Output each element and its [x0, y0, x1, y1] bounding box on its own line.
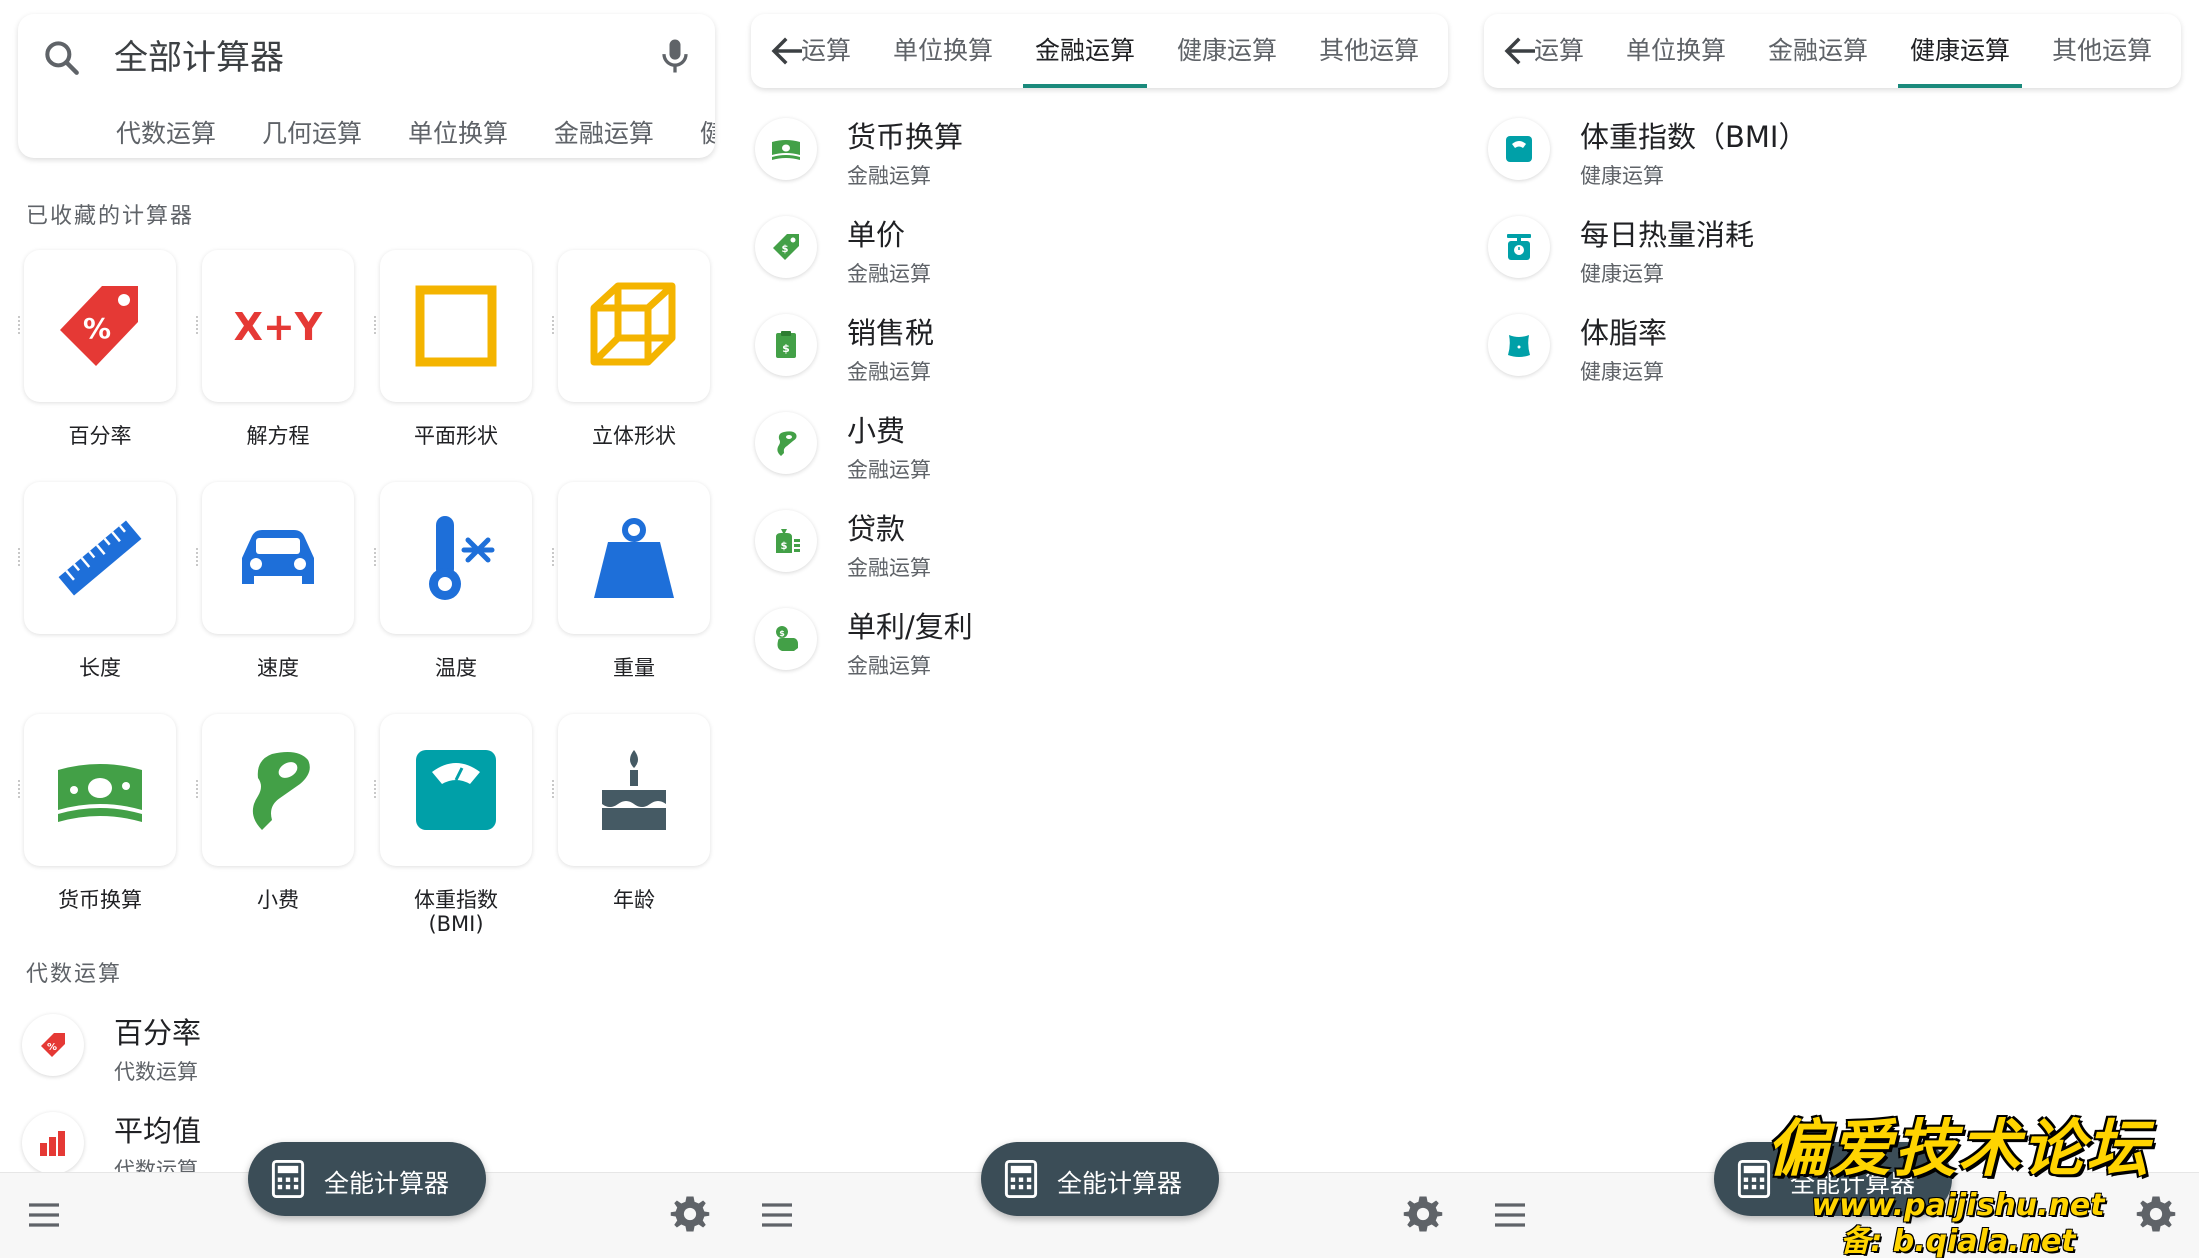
percent-tag-icon: %	[41, 1033, 65, 1057]
bar-chart-icon	[40, 1131, 65, 1156]
search-icon[interactable]	[40, 36, 84, 80]
money-icon	[58, 764, 142, 822]
scale-icon	[1506, 136, 1532, 162]
favorite-tile[interactable]: 体重指数 (BMI)	[374, 714, 532, 936]
thermometer-icon	[429, 516, 495, 600]
fab-label: 全能计算器	[1057, 1169, 1183, 1198]
receipt-icon: $	[776, 331, 796, 358]
menu-icon[interactable]	[24, 1195, 64, 1235]
favorite-tile[interactable]: 平面形状	[374, 250, 532, 448]
tab-unit[interactable]: 单位换算	[881, 14, 1005, 88]
microphone-icon[interactable]	[653, 34, 697, 78]
price-tag-icon: $	[773, 234, 799, 260]
category-chips: 代数运算 几何运算 单位换算 金融运算 健	[116, 114, 715, 150]
svg-text:$: $	[779, 629, 785, 638]
chip-geometry[interactable]: 几何运算	[262, 119, 362, 148]
health-panel: 运算 单位换算 金融运算 健康运算 其他运算 体重指数（BMI） 健康运算 每日热量消耗…	[1466, 0, 2199, 1258]
favorite-tile[interactable]: 温度	[374, 482, 532, 680]
all-calculator-fab[interactable]: 全能计算器	[248, 1142, 486, 1216]
calculator-icon	[1004, 1160, 1038, 1198]
favorite-tile[interactable]: 立体形状	[552, 250, 710, 448]
svg-text:$: $	[782, 342, 790, 355]
chip-unit[interactable]: 单位换算	[408, 119, 508, 148]
tab-finance[interactable]: 金融运算	[1756, 14, 1880, 88]
svg-text:%: %	[83, 312, 111, 345]
tab-unit[interactable]: 单位换算	[1614, 14, 1738, 88]
search-card: 代数运算 几何运算 单位换算 金融运算 健	[18, 14, 715, 158]
list-item[interactable]: 每日热量消耗 健康运算	[1488, 202, 2178, 292]
kitchen-scale-icon	[1507, 234, 1531, 260]
x-plus-y-icon: X+Y	[234, 305, 323, 349]
chip-algebra[interactable]: 代数运算	[116, 119, 216, 148]
chip-health[interactable]: 健	[700, 119, 715, 148]
list-item[interactable]: $ 单利/复利 金融运算	[755, 594, 1445, 684]
favorites-section-title: 已收藏的计算器	[26, 204, 195, 229]
list-item[interactable]: $ 贷款 金融运算	[755, 496, 1445, 586]
weight-icon	[594, 518, 674, 598]
favorite-tile[interactable]: X+Y 解方程	[196, 250, 354, 448]
favorite-tile[interactable]: % 百分率	[18, 250, 176, 448]
watermark-title: 偏爱技术论坛	[1765, 1112, 2150, 1185]
favorite-tile[interactable]: 小费	[196, 714, 354, 912]
forum-watermark: 偏爱技术论坛 www.paijishu.net 备: b.qiala.net	[1738, 1098, 2178, 1258]
percent-tag-icon: %	[60, 286, 138, 366]
tab-other[interactable]: 其他运算	[1307, 14, 1431, 88]
gear-icon[interactable]	[669, 1193, 711, 1235]
all-calculators-panel: 代数运算 几何运算 单位换算 金融运算 健 已收藏的计算器 % 百分率 X+Y …	[0, 0, 733, 1258]
menu-icon[interactable]	[757, 1195, 797, 1235]
category-tabbar: 运算 单位换算 金融运算 健康运算 其他运算	[1484, 14, 2181, 88]
scale-icon	[416, 750, 496, 830]
category-tabbar: 运算 单位换算 金融运算 健康运算 其他运算	[751, 14, 1448, 88]
fab-label: 全能计算器	[324, 1169, 450, 1198]
cake-icon	[602, 750, 666, 830]
svg-text:$: $	[781, 541, 788, 552]
ruler-icon	[58, 520, 142, 596]
svg-text:X+Y: X+Y	[234, 305, 323, 349]
search-input[interactable]	[114, 36, 634, 80]
square-icon	[415, 285, 497, 367]
tab-health[interactable]: 健康运算	[1165, 14, 1289, 88]
tab-health[interactable]: 健康运算	[1898, 14, 2023, 88]
tab-geometry[interactable]: 运算	[789, 14, 863, 88]
finance-panel: 运算 单位换算 金融运算 健康运算 其他运算 货币换算 金融运算 $ 单价 金融运算 $…	[733, 0, 1466, 1258]
car-icon	[242, 530, 314, 584]
svg-text:$: $	[782, 244, 789, 255]
tab-finance[interactable]: 金融运算	[1023, 14, 1148, 88]
list-item[interactable]: 小费 金融运算	[755, 398, 1445, 488]
favorite-tile[interactable]: 年龄	[552, 714, 710, 912]
money-icon	[772, 140, 800, 160]
list-item[interactable]: $ 销售税 金融运算	[755, 300, 1445, 390]
tip-hand-icon	[252, 752, 310, 830]
tip-hand-icon	[777, 431, 797, 456]
watermark-url: www.paijishu.net	[1811, 1188, 2105, 1223]
svg-text:%: %	[47, 1042, 57, 1053]
calculator-icon	[271, 1160, 305, 1198]
cube-icon	[590, 282, 676, 366]
body-icon	[1508, 335, 1530, 357]
favorite-tile[interactable]: 速度	[196, 482, 354, 680]
list-item[interactable]: 货币换算 金融运算	[755, 104, 1445, 194]
list-item[interactable]: $ 单价 金融运算	[755, 202, 1445, 292]
favorite-tile[interactable]: 重量	[552, 482, 710, 680]
watermark-backup-url: 备: b.qiala.net	[1840, 1224, 2076, 1258]
all-calculator-fab[interactable]: 全能计算器	[981, 1142, 1219, 1216]
algebra-section-title: 代数运算	[26, 962, 123, 987]
piggy-bank-icon: $	[776, 626, 798, 651]
loan-icon: $	[776, 529, 800, 553]
gear-icon[interactable]	[1402, 1193, 1444, 1235]
favorite-tile[interactable]: 长度	[18, 482, 176, 680]
favorite-tile[interactable]: 货币换算	[18, 714, 176, 912]
list-item[interactable]: % 百分率 代数运算	[22, 1000, 712, 1090]
list-item[interactable]: 体脂率 健康运算	[1488, 300, 2178, 390]
chip-finance[interactable]: 金融运算	[554, 119, 654, 148]
menu-icon[interactable]	[1490, 1195, 1530, 1235]
tab-geometry[interactable]: 运算	[1522, 14, 1596, 88]
tab-other[interactable]: 其他运算	[2040, 14, 2164, 88]
list-item[interactable]: 体重指数（BMI） 健康运算	[1488, 104, 2178, 194]
